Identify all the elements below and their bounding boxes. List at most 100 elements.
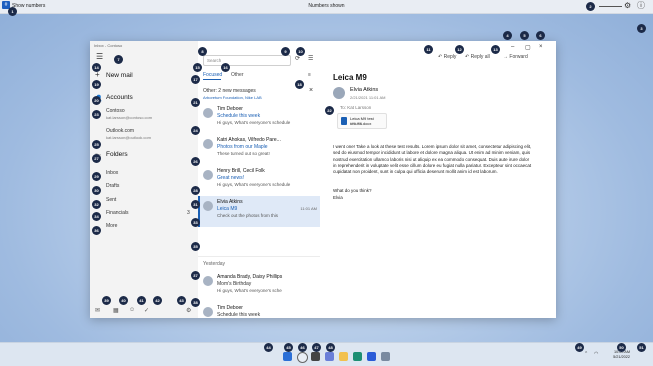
mail-app-icon[interactable] <box>367 352 376 361</box>
number-badge: 4 <box>503 31 512 40</box>
accounts-heading[interactable]: Accounts <box>106 94 133 101</box>
breadcrumb: Inbox - Contoso <box>94 43 123 48</box>
message-subject: Schedule this week <box>217 113 261 119</box>
calendar-icon[interactable]: ▦ <box>113 307 119 314</box>
search-icon[interactable] <box>297 352 308 363</box>
forward-button[interactable]: → Forward <box>503 54 528 60</box>
message-from: Elvia Atkins <box>217 199 243 205</box>
todo-icon[interactable]: ✓ <box>144 307 149 314</box>
avatar <box>203 201 213 211</box>
hamburger-menu-icon[interactable]: ☰ <box>96 53 103 61</box>
tab-focused[interactable]: Focused <box>203 72 222 78</box>
wifi-icon[interactable]: ◠ <box>594 351 598 357</box>
number-badge: 45 <box>284 343 293 352</box>
attachment-card[interactable]: Leica M9 test results.docx 125 MB <box>337 113 387 129</box>
message-preview: Hi guys, What's everyone's sche <box>217 288 282 293</box>
message-from: Katri Ahokas, Vilfredo Pare... <box>217 137 281 143</box>
gear-icon[interactable]: ⚙ <box>624 1 631 11</box>
sender-avatar <box>333 87 345 99</box>
message-item[interactable]: Katri Ahokas, Vilfredo Pare... Photos fr… <box>198 134 320 165</box>
folders-heading[interactable]: Folders <box>106 151 128 158</box>
reading-pane: – ▢ × ↶ Reply ↶ Reply all → Forward Leic… <box>320 41 556 318</box>
folder-more[interactable]: More <box>106 223 117 229</box>
number-badge: 33 <box>191 218 200 227</box>
close-icon[interactable]: × <box>309 87 313 94</box>
message-time: 11:01 AM <box>300 206 317 211</box>
number-badge: 47 <box>312 343 321 352</box>
people-icon[interactable]: ☺ <box>129 307 135 313</box>
tab-other[interactable]: Other <box>231 72 244 78</box>
folder-sent[interactable]: Sent <box>106 197 116 203</box>
recipients[interactable]: To: Kat Larsson <box>340 105 371 110</box>
start-icon[interactable] <box>283 352 292 361</box>
number-badge: 46 <box>298 343 307 352</box>
close-window-icon[interactable]: × <box>539 44 543 50</box>
number-badge: 50 <box>617 343 626 352</box>
minimize-icon[interactable]: – <box>511 44 514 50</box>
message-item[interactable]: Amanda Brady, Daisy Phillips Mom's Birth… <box>198 271 320 302</box>
slider-track[interactable] <box>599 6 622 7</box>
other-banner-senders: Arboretum Foundation, Nike LAB <box>203 95 262 100</box>
number-badge: 24 <box>191 126 200 135</box>
edge-icon[interactable] <box>353 352 362 361</box>
number-badge: 5 <box>520 31 529 40</box>
clock-date: 5/21/2022 <box>613 355 630 359</box>
number-badge: 36 <box>92 226 101 235</box>
number-badge: 26 <box>191 157 200 166</box>
message-item[interactable]: Tim Deboer Schedule this week Hi guys, W… <box>198 103 320 134</box>
reply-all-button[interactable]: ↶ Reply all <box>465 54 490 60</box>
settings-icon[interactable]: ⚙ <box>186 307 191 314</box>
message-date: 2/21/2021 11:01 AM <box>350 95 386 100</box>
number-badge: 8 <box>198 47 207 56</box>
reply-label: Reply <box>443 54 457 60</box>
file-explorer-icon[interactable] <box>339 352 348 361</box>
info-icon[interactable]: ⓘ <box>637 1 645 11</box>
avatar <box>203 307 213 317</box>
new-mail-button[interactable]: New mail <box>106 72 133 79</box>
number-badge: 11 <box>424 45 433 54</box>
folder-drafts[interactable]: Drafts <box>106 183 119 189</box>
number-badge: 25 <box>92 140 101 149</box>
folder-financials[interactable]: Financials <box>106 210 129 216</box>
store-icon[interactable] <box>381 352 390 361</box>
message-item[interactable]: Tim Deboer Schedule this week <box>198 302 320 318</box>
number-badge: 41 <box>137 296 146 305</box>
message-preview: These turned out so great! <box>217 151 270 156</box>
number-badge: 30 <box>92 186 101 195</box>
account-name[interactable]: Outlook.com <box>106 128 134 134</box>
attachment-size: 125 MB <box>350 122 363 126</box>
other-messages-banner[interactable]: Other: 2 new messages Arboretum Foundati… <box>203 88 315 100</box>
number-badge: 23 <box>92 110 101 119</box>
account-name[interactable]: Contoso <box>106 108 125 114</box>
folder-pane: Inbox - Contoso ☰ + New mail 👤 Accounts … <box>90 41 198 318</box>
avatar <box>203 108 213 118</box>
overlay-title: Numbers shown <box>308 3 345 9</box>
number-badge: 18 <box>295 80 304 89</box>
number-badge: 9 <box>281 47 290 56</box>
message-item[interactable]: Henry Brill, Cecil Folk Great news! Hi g… <box>198 165 320 196</box>
task-view-icon[interactable] <box>311 352 320 361</box>
filter-icon[interactable]: ≡ <box>308 72 311 78</box>
divider <box>198 256 320 257</box>
select-mode-icon[interactable]: ☰ <box>308 55 313 62</box>
widgets-icon[interactable] <box>325 352 334 361</box>
number-badge: 15 <box>193 63 202 72</box>
sender-name[interactable]: Elvia Atkins <box>350 87 378 93</box>
refresh-icon[interactable]: ⟳ <box>295 55 300 62</box>
number-badge: 51 <box>637 343 646 352</box>
active-tab-indicator <box>203 79 221 80</box>
folder-inbox[interactable]: Inbox <box>106 170 118 176</box>
reply-button[interactable]: ↶ Reply <box>438 54 456 60</box>
number-badge: 49 <box>575 343 584 352</box>
mail-icon[interactable]: ✉ <box>95 307 100 314</box>
message-body-question: What do you think? <box>333 188 372 193</box>
message-preview: Hi guys, What's everyone's schedule <box>217 120 291 125</box>
system-clock[interactable]: 10:00 AM 5/21/2022 <box>604 350 630 360</box>
maximize-icon[interactable]: ▢ <box>525 44 531 51</box>
number-badge: 19 <box>92 80 101 89</box>
number-badge: 20 <box>92 96 101 105</box>
message-item-selected[interactable]: Elvia Atkins Leica M9 Check out the phot… <box>198 196 320 227</box>
number-badge: 31 <box>191 200 200 209</box>
chevron-up-icon[interactable]: ⌃ <box>584 351 588 357</box>
search-input[interactable]: Search <box>203 55 291 66</box>
